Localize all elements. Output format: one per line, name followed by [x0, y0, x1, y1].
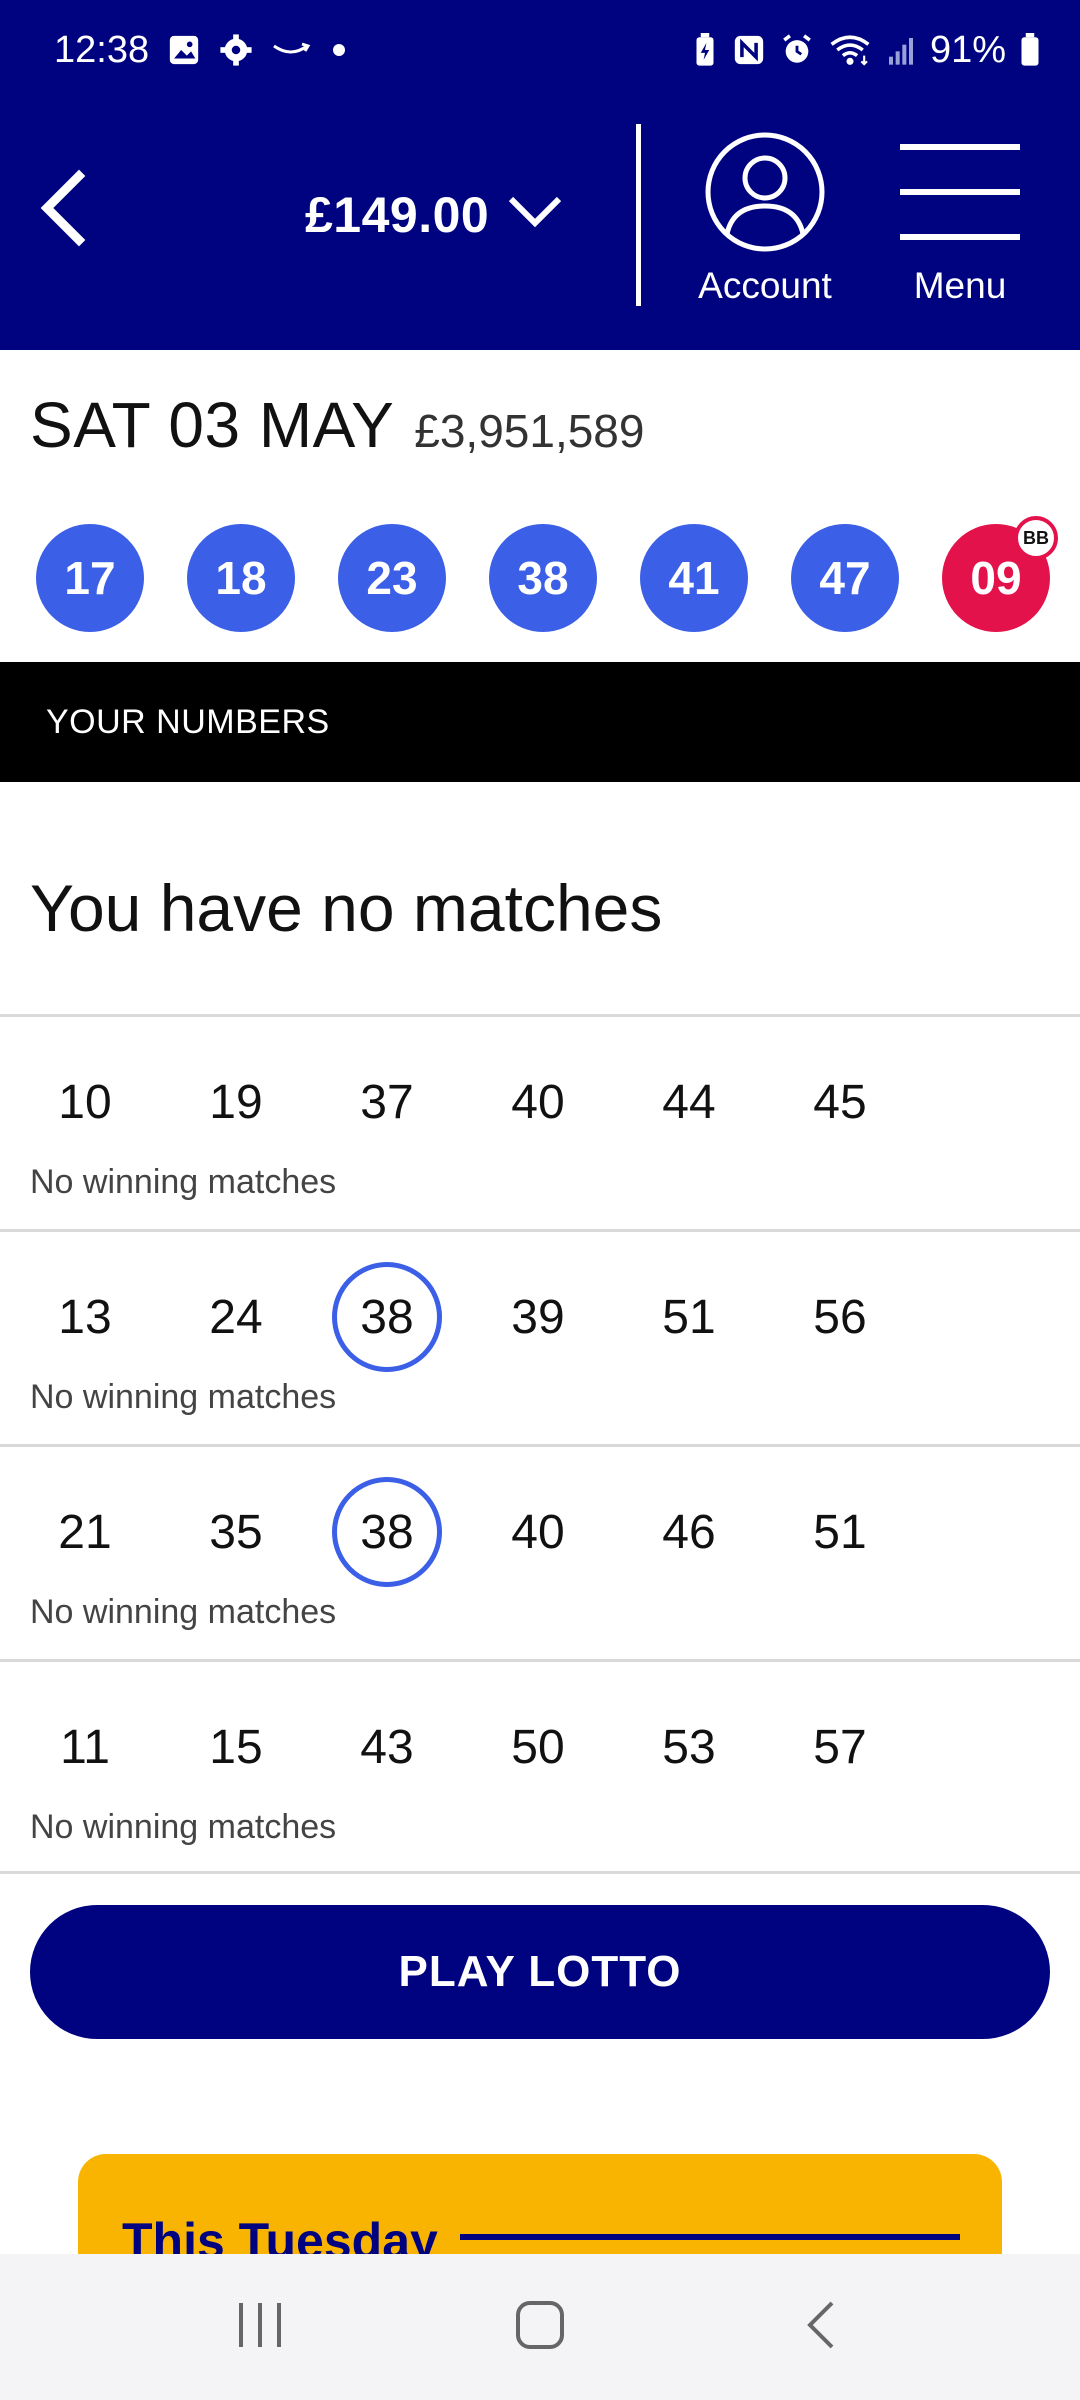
draw-header: SAT 03 MAY £3,951,589	[30, 388, 644, 462]
system-back-button[interactable]	[760, 2277, 880, 2377]
play-lotto-button[interactable]: PLAY LOTTO	[30, 1905, 1050, 2039]
line-number: 51	[662, 1290, 716, 1344]
bonus-ball-number: 09	[970, 552, 1022, 604]
winning-ball: 23	[338, 524, 446, 632]
hamburger-icon	[898, 144, 1022, 258]
status-time: 12:38	[54, 28, 150, 71]
line-number: 40	[511, 1505, 565, 1559]
bonus-ball-badge: BB	[1014, 516, 1058, 560]
home-button[interactable]	[480, 2277, 600, 2377]
line-status: No winning matches	[30, 1163, 337, 1201]
line-number: 43	[360, 1720, 414, 1774]
ticket-line: 13 24 38 39 51 56 No winning matches	[0, 1229, 1080, 1444]
wifi-icon	[828, 33, 872, 67]
promo-divider	[460, 2234, 960, 2240]
line-number: 45	[813, 1075, 867, 1129]
dot-icon	[329, 40, 349, 60]
line-status: No winning matches	[30, 1808, 337, 1846]
line-number: 21	[58, 1505, 112, 1559]
winning-ball: 47	[791, 524, 899, 632]
account-button[interactable]: Account	[680, 130, 850, 307]
line-number: 57	[813, 1720, 867, 1774]
bonus-ball: 09 BB	[942, 516, 1058, 632]
status-bar: 12:38 91%	[0, 0, 1080, 100]
chevron-down-icon	[507, 195, 563, 236]
line-number: 51	[813, 1505, 867, 1559]
line-number: 39	[511, 1290, 565, 1344]
ticket-lines: 10 19 37 40 44 45 No winning matches 13 …	[0, 1014, 1080, 1874]
line-number: 37	[360, 1075, 414, 1129]
gallery-icon	[167, 33, 201, 67]
settings-icon	[219, 33, 253, 67]
balance-dropdown[interactable]: £149.00	[305, 180, 563, 250]
line-number: 13	[58, 1290, 112, 1344]
line-status: No winning matches	[30, 1378, 337, 1416]
line-status: No winning matches	[30, 1593, 337, 1631]
line-number: 40	[511, 1075, 565, 1129]
signal-icon	[886, 34, 916, 66]
line-number: 19	[209, 1075, 263, 1129]
winning-ball: 41	[640, 524, 748, 632]
line-number: 50	[511, 1720, 565, 1774]
chevron-left-icon	[37, 168, 87, 253]
battery-saver-icon	[692, 33, 718, 67]
draw-date: SAT 03 MAY	[30, 389, 395, 461]
ticket-line: 21 35 38 40 46 51 No winning matches	[0, 1444, 1080, 1659]
ticket-line: 10 19 37 40 44 45 No winning matches	[0, 1014, 1080, 1229]
nfc-icon	[732, 33, 766, 67]
match-summary: You have no matches	[30, 871, 663, 945]
recent-apps-icon	[235, 2301, 285, 2354]
line-number: 10	[58, 1075, 112, 1129]
battery-percent: 91%	[929, 28, 1006, 71]
battery-icon	[1020, 33, 1040, 67]
app-header: £149.00 Account Menu	[0, 100, 1080, 350]
system-nav-bar	[0, 2254, 1080, 2400]
winning-ball: 38	[489, 524, 597, 632]
line-number: 44	[662, 1075, 716, 1129]
account-icon	[703, 132, 827, 258]
line-number: 46	[662, 1505, 716, 1559]
menu-button[interactable]: Menu	[890, 130, 1030, 307]
amazon-icon	[271, 38, 311, 62]
back-button[interactable]	[22, 168, 102, 253]
draw-jackpot: £3,951,589	[414, 405, 645, 457]
line-number: 24	[209, 1290, 263, 1344]
promo-card[interactable]: This Tuesday	[78, 2154, 1002, 2264]
line-number-matched: 38	[332, 1477, 442, 1587]
account-label: Account	[698, 265, 832, 306]
winning-balls: 17 18 23 38 41 47 09 BB	[36, 516, 1058, 634]
header-divider	[636, 124, 641, 306]
your-numbers-label: YOUR NUMBERS	[46, 702, 330, 741]
balance-amount: £149.00	[305, 187, 490, 243]
winning-ball: 17	[36, 524, 144, 632]
line-number: 53	[662, 1720, 716, 1774]
your-numbers-heading: YOUR NUMBERS	[0, 662, 1080, 782]
menu-label: Menu	[913, 265, 1007, 306]
recent-apps-button[interactable]	[200, 2277, 320, 2377]
alarm-icon	[780, 33, 814, 67]
line-number: 15	[209, 1720, 263, 1774]
back-arrow-icon	[802, 2299, 838, 2356]
line-number-matched: 38	[332, 1262, 442, 1372]
winning-ball: 18	[187, 524, 295, 632]
ticket-line: 11 15 43 50 53 57 No winning matches	[0, 1659, 1080, 1874]
home-icon	[514, 2299, 566, 2356]
line-number: 35	[209, 1505, 263, 1559]
line-number: 11	[60, 1720, 110, 1774]
line-number: 56	[813, 1290, 867, 1344]
